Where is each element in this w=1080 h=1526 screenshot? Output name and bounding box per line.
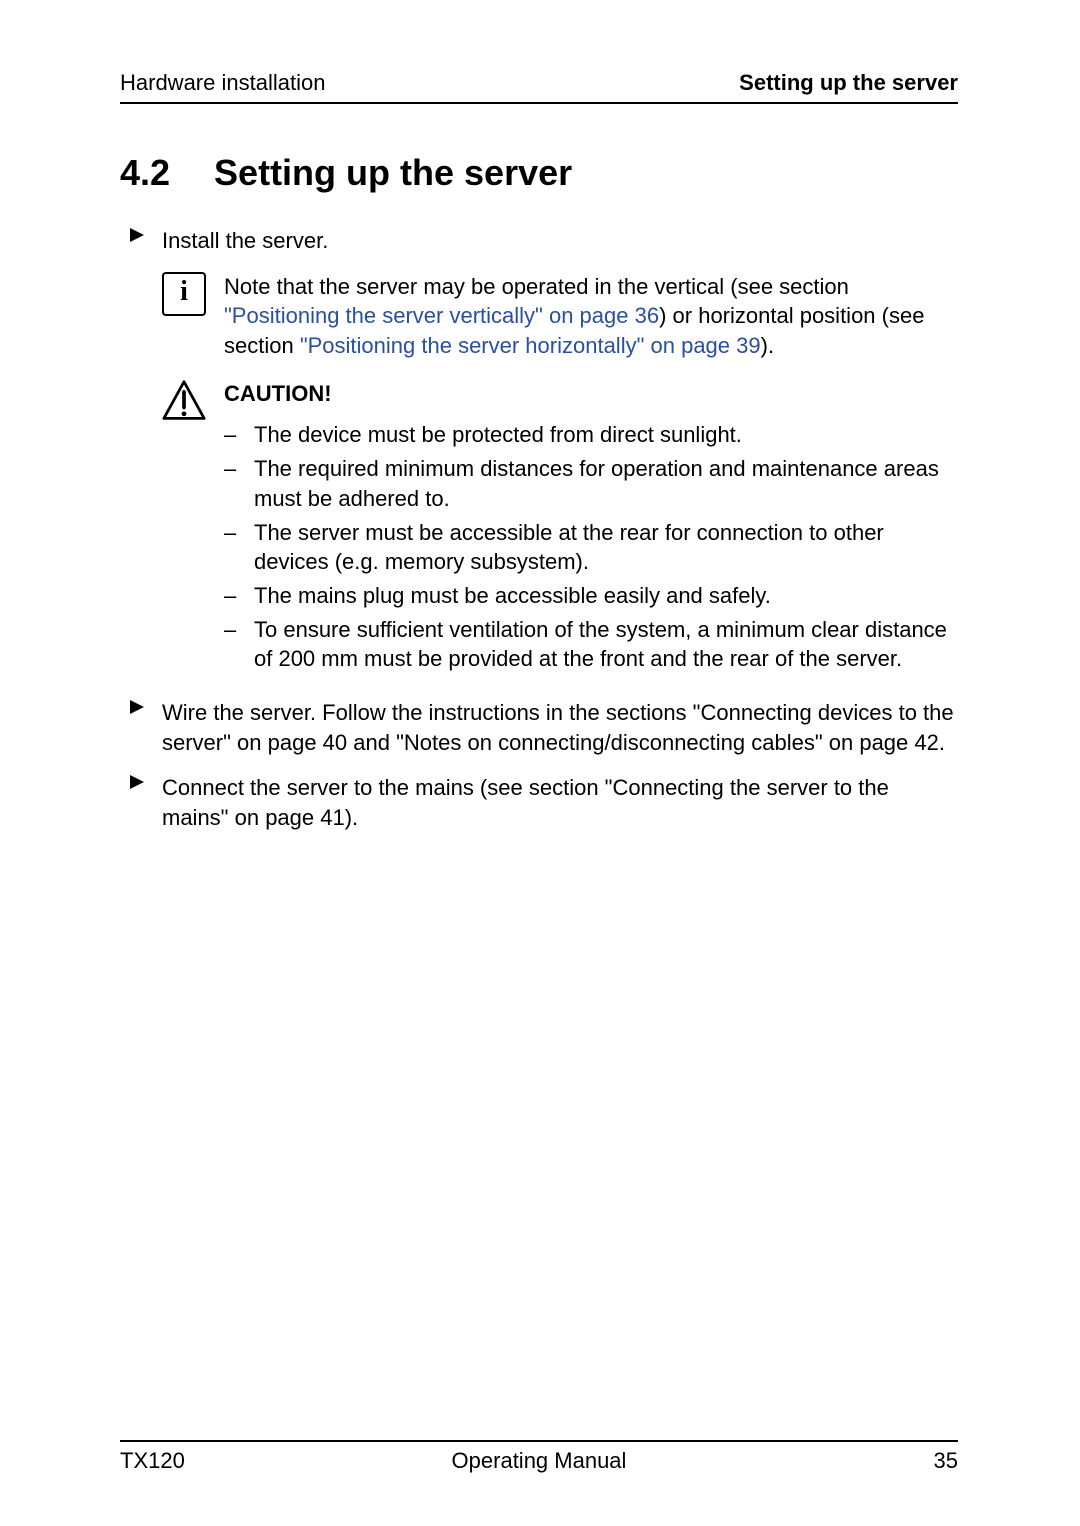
text-pre: Wire the server. Follow the instructions… [162, 700, 693, 725]
page-header: Hardware installation Setting up the ser… [120, 70, 958, 104]
step-text: Connect the server to the mains (see sec… [162, 773, 958, 832]
list-text: The device must be protected from direct… [254, 420, 742, 450]
step-mains: Connect the server to the mains (see sec… [120, 773, 958, 832]
caution-block: CAUTION! –The device must be protected f… [162, 379, 958, 678]
header-left: Hardware installation [120, 70, 325, 96]
text-post: . [939, 730, 945, 755]
step-install: Install the server. [120, 226, 958, 256]
caution-body: CAUTION! –The device must be protected f… [224, 379, 958, 678]
note-block: i Note that the server may be operated i… [162, 272, 958, 361]
footer-left: TX120 [120, 1448, 185, 1474]
dash-icon: – [224, 615, 240, 674]
dash-icon: – [224, 420, 240, 450]
page: Hardware installation Setting up the ser… [0, 0, 1080, 1526]
dash-icon: – [224, 518, 240, 577]
note-text: Note that the server may be operated in … [224, 272, 958, 361]
play-icon [120, 773, 144, 832]
list-item: –The required minimum distances for oper… [224, 454, 958, 513]
link-pos-vertical[interactable]: "Positioning the server vertically" on p… [224, 303, 659, 328]
section-number: 4.2 [120, 152, 170, 194]
list-text: The required minimum distances for opera… [254, 454, 958, 513]
page-footer: Operating Manual TX120 35 [120, 1440, 958, 1474]
caution-list: –The device must be protected from direc… [224, 420, 958, 674]
section-heading: 4.2 Setting up the server [120, 152, 958, 194]
caution-icon [162, 379, 206, 678]
list-item: –The server must be accessible at the re… [224, 518, 958, 577]
info-icon: i [162, 272, 206, 361]
list-item: –The mains plug must be accessible easil… [224, 581, 958, 611]
list-text: The server must be accessible at the rea… [254, 518, 958, 577]
footer-center: Operating Manual [120, 1448, 958, 1474]
step-text: Install the server. [162, 226, 328, 256]
note-post: ). [761, 333, 774, 358]
list-item: –The device must be protected from direc… [224, 420, 958, 450]
text-mid: and [347, 730, 396, 755]
list-text: The mains plug must be accessible easily… [254, 581, 771, 611]
caution-title: CAUTION! [224, 379, 958, 409]
link-pos-horizontal[interactable]: "Positioning the server horizontally" on… [300, 333, 761, 358]
list-item: –To ensure sufficient ventilation of the… [224, 615, 958, 674]
section-title: Setting up the server [214, 152, 572, 194]
header-right: Setting up the server [739, 70, 958, 96]
link-notes-cables[interactable]: "Notes on connecting/disconnecting cable… [396, 730, 939, 755]
list-text: To ensure sufficient ventilation of the … [254, 615, 958, 674]
dash-icon: – [224, 581, 240, 611]
play-icon [120, 226, 144, 256]
note-pre: Note that the server may be operated in … [224, 274, 849, 299]
footer-right: 35 [934, 1448, 958, 1474]
step-text: Wire the server. Follow the instructions… [162, 698, 958, 757]
step-wire: Wire the server. Follow the instructions… [120, 698, 958, 757]
play-icon [120, 698, 144, 757]
dash-icon: – [224, 454, 240, 513]
text-post: ). [345, 805, 358, 830]
text-pre: Connect the server to the mains (see sec… [162, 775, 605, 800]
